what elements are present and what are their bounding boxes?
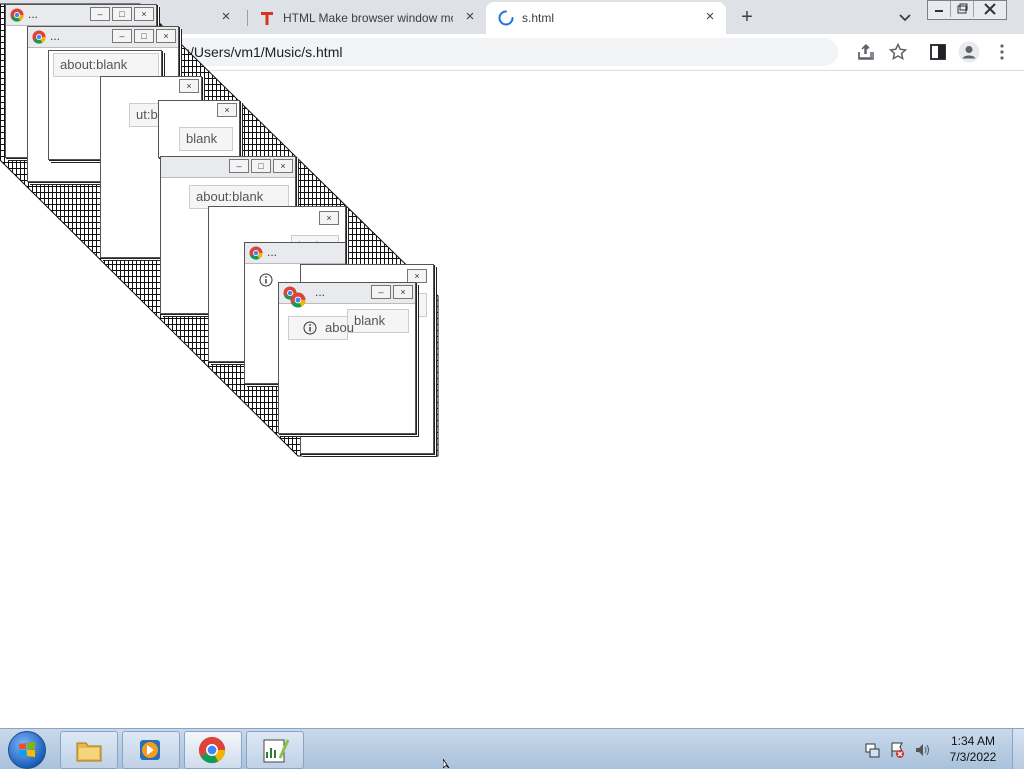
popup-title: ... <box>28 7 39 21</box>
popup-window[interactable]: × blank <box>158 100 240 158</box>
show-desktop-button[interactable] <box>1012 729 1024 769</box>
media-player-icon <box>140 740 160 760</box>
popup-address-bar[interactable]: blank <box>179 127 233 151</box>
clock-time: 1:34 AM <box>950 734 996 748</box>
clock-date: 7/3/2022 <box>949 750 997 764</box>
restore-button[interactable]: □ <box>112 7 132 21</box>
taskbar-file-explorer[interactable] <box>60 731 118 769</box>
popup-address-bar[interactable]: abou <box>288 316 354 340</box>
popup-address-text: abou <box>325 320 354 335</box>
close-button[interactable]: × <box>217 103 237 117</box>
chrome-icon <box>290 292 306 308</box>
minimize-button[interactable]: – <box>229 159 249 173</box>
restore-button[interactable]: □ <box>134 29 154 43</box>
minimize-button[interactable]: – <box>90 7 110 21</box>
popup-address-bar[interactable]: about:blank <box>53 53 159 77</box>
popup-titlebar[interactable]: ... – □ × <box>28 27 178 48</box>
windows-logo-icon <box>19 742 35 757</box>
taskbar-chrome[interactable] <box>184 731 242 769</box>
close-button[interactable]: × <box>273 159 293 173</box>
close-button[interactable]: × <box>156 29 176 43</box>
mouse-cursor-icon <box>443 759 450 768</box>
taskbar-media-player[interactable] <box>122 731 180 769</box>
network-icon[interactable] <box>865 743 880 758</box>
file-explorer-icon <box>76 742 102 762</box>
chrome-icon <box>249 246 263 260</box>
popup-title: ... <box>50 29 61 43</box>
start-button[interactable] <box>8 731 46 769</box>
popup-window[interactable]: abou <box>286 290 354 342</box>
system-tray <box>865 742 929 758</box>
chrome-icon <box>32 30 46 44</box>
minimize-button[interactable]: – <box>112 29 132 43</box>
volume-icon[interactable] <box>916 744 929 756</box>
action-center-icon[interactable] <box>891 742 904 758</box>
popup-titlebar[interactable]: ... – □ × <box>6 5 156 26</box>
minimize-button[interactable]: – <box>371 285 391 299</box>
close-button[interactable]: × <box>134 7 154 21</box>
close-button[interactable]: × <box>393 285 413 299</box>
close-button[interactable]: × <box>319 211 339 225</box>
chrome-icon <box>10 8 24 22</box>
popup-address-bar[interactable]: blank <box>347 309 409 333</box>
close-button[interactable]: × <box>179 79 199 93</box>
restore-button[interactable]: □ <box>251 159 271 173</box>
notepad-plus-icon <box>263 739 290 763</box>
close-button[interactable]: × <box>407 269 427 283</box>
taskbar-notepad-plus[interactable] <box>246 731 304 769</box>
taskbar: 1:34 AM 7/3/2022 <box>0 728 1024 769</box>
info-icon <box>303 321 317 335</box>
popup-titlebar[interactable]: ... <box>245 243 345 264</box>
popup-titlebar[interactable]: – □ × <box>161 157 295 178</box>
taskbar-clock[interactable]: 1:34 AM 7/3/2022 <box>940 733 1006 765</box>
info-icon <box>259 273 273 287</box>
popup-title: ... <box>267 245 278 259</box>
chrome-icon <box>198 736 226 764</box>
